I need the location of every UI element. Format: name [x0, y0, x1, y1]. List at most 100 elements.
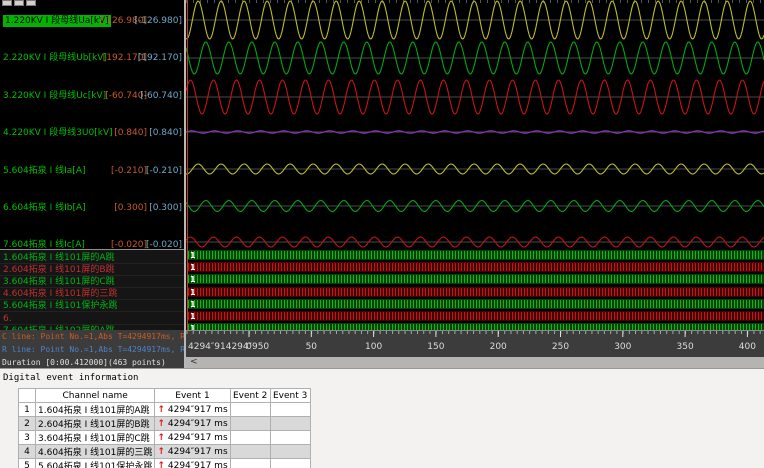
- row-number: 4: [18, 444, 36, 459]
- event-channel-name: 2.604拓泉 I 线101屏的B跳: [34, 416, 156, 431]
- r-cursor-value: [-126.980]: [134, 16, 183, 26]
- toolbar-button[interactable]: [14, 0, 24, 6]
- digital-channel-row[interactable]: 2.604拓泉 I 线101屏的B跳: [0, 264, 184, 276]
- event3-cell: [269, 458, 311, 468]
- event-table-row[interactable]: 2 2.604拓泉 I 线101屏的B跳 ↑ 4294″917 ms: [18, 416, 311, 431]
- channel-label[interactable]: 1.220KV I 段母线Ua[kV]: [3, 15, 111, 27]
- event2-cell: [229, 444, 271, 459]
- analog-channel-row[interactable]: 4.220KV I 段母线3U0[kV] [0.840] [0.840]: [0, 127, 184, 139]
- channel-label[interactable]: 3.220KV I 段母线Uc[kV]: [3, 90, 106, 102]
- analog-channel-row[interactable]: 6.604拓泉 I 线Ib[A] [0.300] [0.300]: [0, 202, 184, 214]
- event2-cell: [229, 402, 271, 417]
- c-cursor-line[interactable]: [187, 0, 188, 330]
- event1-time: 4294″917 ms: [167, 418, 228, 429]
- rising-edge-arrow-icon: ↑: [157, 418, 165, 429]
- event-channel-name: 4.604拓泉 I 线101屏的三跳: [34, 444, 156, 459]
- analog-waveform-plot[interactable]: [186, 0, 764, 248]
- event1-cell: ↑ 4294″917 ms: [154, 430, 231, 445]
- column-header: Channel name: [34, 388, 156, 403]
- digital-channel-row[interactable]: 5.604拓泉 I 线101保护永跳: [0, 300, 184, 312]
- axis-tick-label: 350: [677, 342, 694, 352]
- digital-channel-list: 1.604拓泉 I 线101屏的A跳 2.604拓泉 I 线101屏的B跳 3.60…: [0, 249, 184, 330]
- c-cursor-value: [0.840]: [114, 128, 147, 138]
- digital-state-value: 1: [190, 312, 196, 321]
- row-number: 5: [18, 458, 36, 468]
- axis-tick-label: 100: [365, 342, 382, 352]
- event-channel-name: 5.604拓泉 I 线101保护永跳: [34, 458, 156, 468]
- channel-label[interactable]: 6.604拓泉 I 线Ib[A]: [3, 202, 86, 214]
- event1-time: 4294″917 ms: [167, 446, 228, 457]
- digital-state-value: 1: [190, 263, 196, 273]
- waveform-analysis-window: 1.220KV I 段母线Ua[kV] [-126.980] [-126.980] 2…: [0, 0, 764, 468]
- channel-label[interactable]: 5.604拓泉 I 线Ia[A]: [3, 165, 86, 177]
- event3-cell: [269, 444, 311, 459]
- horizontal-scrollbar[interactable]: <: [186, 357, 764, 368]
- event2-cell: [229, 416, 271, 431]
- r-cursor-value: [192.170]: [137, 53, 182, 63]
- c-cursor-value: [0.300]: [114, 203, 147, 213]
- digital-event-table: Channel name Event 1 Event 2 Event 3 1 1.604拓…: [18, 388, 311, 468]
- event3-cell: [269, 416, 311, 431]
- event-table-row[interactable]: 3 3.604拓泉 I 线101屏的C跳 ↑ 4294″917 ms: [18, 430, 311, 445]
- r-cursor-value: [0.300]: [149, 203, 182, 213]
- c-line-status: C line: Point No.=1,Abs T=4294917ms, Rel…: [2, 332, 184, 341]
- event-table-row[interactable]: 4 4.604拓泉 I 线101屏的三跳 ↑ 4294″917 ms: [18, 444, 311, 459]
- analog-channel-row[interactable]: 1.220KV I 段母线Ua[kV] [-126.980] [-126.980]: [0, 15, 184, 27]
- digital-channel-row[interactable]: 1.604拓泉 I 线101屏的A跳: [0, 252, 184, 264]
- event1-cell: ↑ 4294″917 ms: [154, 458, 231, 468]
- column-header: Event 3: [269, 388, 311, 403]
- digital-trace-bar: 1: [187, 323, 764, 330]
- channel-list-panel: 1.220KV I 段母线Ua[kV] [-126.980] [-126.980] 2…: [0, 0, 184, 368]
- event1-time: 4294″917 ms: [167, 432, 228, 443]
- digital-channel-row[interactable]: 4.604拓泉 I 线101屏的三跳: [0, 288, 184, 300]
- toolbar-remnant: [0, 0, 184, 7]
- digital-event-table-wrap: Channel name Event 1 Event 2 Event 3 1 1.604拓…: [18, 388, 311, 468]
- event1-cell: ↑ 4294″917 ms: [154, 444, 231, 459]
- waveform-area[interactable]: 1111111 0 50 100 150 200 250 300 350 400 4294″914…: [186, 0, 764, 368]
- row-number: 2: [18, 416, 36, 431]
- column-header: Event 2: [229, 388, 271, 403]
- event1-cell: ↑ 4294″917 ms: [154, 416, 231, 431]
- channel-label[interactable]: 2.220KV I 段母线Ub[kV]: [3, 52, 107, 64]
- digital-event-section: Digital event information Channel name Ev…: [0, 368, 764, 468]
- digital-channel-row[interactable]: 3.604拓泉 I 线101屏的C跳: [0, 276, 184, 288]
- rising-edge-arrow-icon: ↑: [157, 460, 165, 468]
- analog-channel-row[interactable]: 5.604拓泉 I 线Ia[A] [-0.210] [-0.210]: [0, 165, 184, 177]
- section-title: Digital event information: [3, 373, 139, 383]
- channel-label[interactable]: 4.220KV I 段母线3U0[kV]: [3, 127, 113, 139]
- event-channel-name: 1.604拓泉 I 线101屏的A跳: [34, 402, 156, 417]
- digital-channel-row[interactable]: 6.: [0, 313, 184, 325]
- column-header-rownum: [18, 388, 36, 403]
- toolbar-button[interactable]: [26, 0, 36, 6]
- r-line-status: R line: Point No.=1,Abs T=4294917ms, Rel…: [2, 345, 184, 354]
- rising-edge-arrow-icon: ↑: [157, 446, 165, 457]
- digital-trace-bar: 1: [187, 262, 764, 273]
- row-number: 1: [18, 402, 36, 417]
- digital-trace-area[interactable]: 1 1 1 1 1 1 1: [186, 248, 764, 330]
- event1-cell: ↑ 4294″917 ms: [154, 402, 231, 417]
- event-table-row[interactable]: 5 5.604拓泉 I 线101保护永跳 ↑ 4294″917 ms: [18, 458, 311, 468]
- scroll-left-arrow-icon[interactable]: <: [190, 357, 198, 368]
- analog-channel-row[interactable]: 2.220KV I 段母线Ub[kV] [192.170] [192.170]: [0, 52, 184, 64]
- axis-tick-label: 300: [614, 342, 631, 352]
- axis-tick-label: 50: [306, 342, 318, 352]
- r-cursor-value: [-60.740]: [140, 91, 182, 101]
- r-cursor-value: [0.840]: [149, 128, 182, 138]
- toolbar-button[interactable]: [2, 0, 12, 6]
- digital-state-value: 1: [190, 251, 196, 260]
- event3-cell: [269, 402, 311, 417]
- axis-tick-label: 400: [739, 342, 756, 352]
- digital-state-value: 1: [190, 275, 196, 285]
- top-mini-ruler: [186, 0, 764, 3]
- time-axis: 0 50 100 150 200 250 300 350 400 4294″914294″950: [186, 330, 764, 357]
- c-cursor-value: [-0.210]: [110, 166, 147, 176]
- digital-trace-bar: 1: [187, 250, 764, 260]
- axis-tick-label: 200: [490, 342, 507, 352]
- axis-tick-label: 150: [427, 342, 444, 352]
- event3-cell: [269, 430, 311, 445]
- digital-trace-bar: 1: [187, 298, 764, 309]
- panel-divider[interactable]: [184, 0, 186, 368]
- event-table-row[interactable]: 1 1.604拓泉 I 线101屏的A跳 ↑ 4294″917 ms: [18, 402, 311, 417]
- axis-tick-label: 250: [552, 342, 569, 352]
- analog-channel-row[interactable]: 3.220KV I 段母线Uc[kV] [-60.740] [-60.740]: [0, 90, 184, 102]
